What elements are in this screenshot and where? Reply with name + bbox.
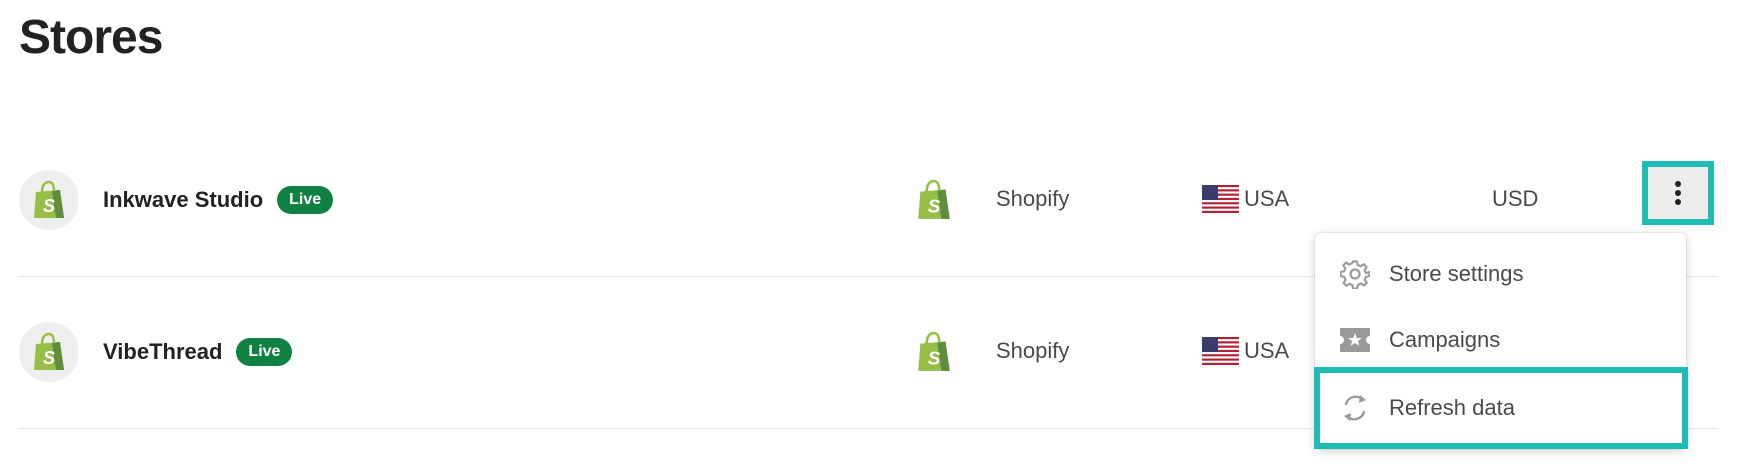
store-name-group: Inkwave Studio Live [103, 124, 334, 276]
more-vertical-icon [1675, 181, 1681, 205]
country-label: USA [1244, 338, 1290, 363]
svg-text:S: S [928, 349, 941, 370]
more-options-button[interactable] [1642, 161, 1714, 225]
country-label: USA [1244, 186, 1290, 211]
status-badge: Live [277, 186, 334, 214]
ticket-icon [1339, 324, 1371, 356]
platform-label: Shopify [996, 338, 1070, 363]
shopify-icon: S [918, 331, 950, 371]
svg-text:S: S [43, 196, 55, 216]
gear-icon [1339, 258, 1371, 290]
store-actions-menu: Store settings Campaigns Refresh data [1314, 233, 1688, 449]
store-avatar: S [19, 170, 79, 230]
page-title: Stores [19, 11, 163, 64]
store-name[interactable]: VibeThread [103, 339, 222, 365]
refresh-icon [1339, 392, 1371, 424]
shopify-icon: S [918, 179, 950, 219]
svg-text:S: S [43, 348, 55, 368]
menu-item-label: Store settings [1389, 261, 1524, 286]
us-flag-icon [1202, 337, 1239, 365]
menu-item-label: Refresh data [1389, 395, 1515, 420]
shopify-icon: S [34, 332, 64, 370]
svg-text:S: S [928, 197, 941, 218]
platform-label: Shopify [996, 186, 1070, 211]
currency-label: USD [1492, 186, 1539, 211]
menu-item-store-settings[interactable]: Store settings [1315, 241, 1686, 307]
us-flag-icon [1202, 185, 1239, 213]
store-name-group: VibeThread Live [103, 276, 293, 428]
status-badge: Live [236, 338, 293, 366]
shopify-icon: S [34, 180, 64, 218]
menu-item-campaigns[interactable]: Campaigns [1315, 307, 1686, 373]
store-name[interactable]: Inkwave Studio [103, 187, 263, 213]
menu-item-refresh-data[interactable]: Refresh data [1314, 367, 1688, 449]
menu-item-label: Campaigns [1389, 327, 1501, 352]
store-avatar: S [19, 322, 79, 382]
